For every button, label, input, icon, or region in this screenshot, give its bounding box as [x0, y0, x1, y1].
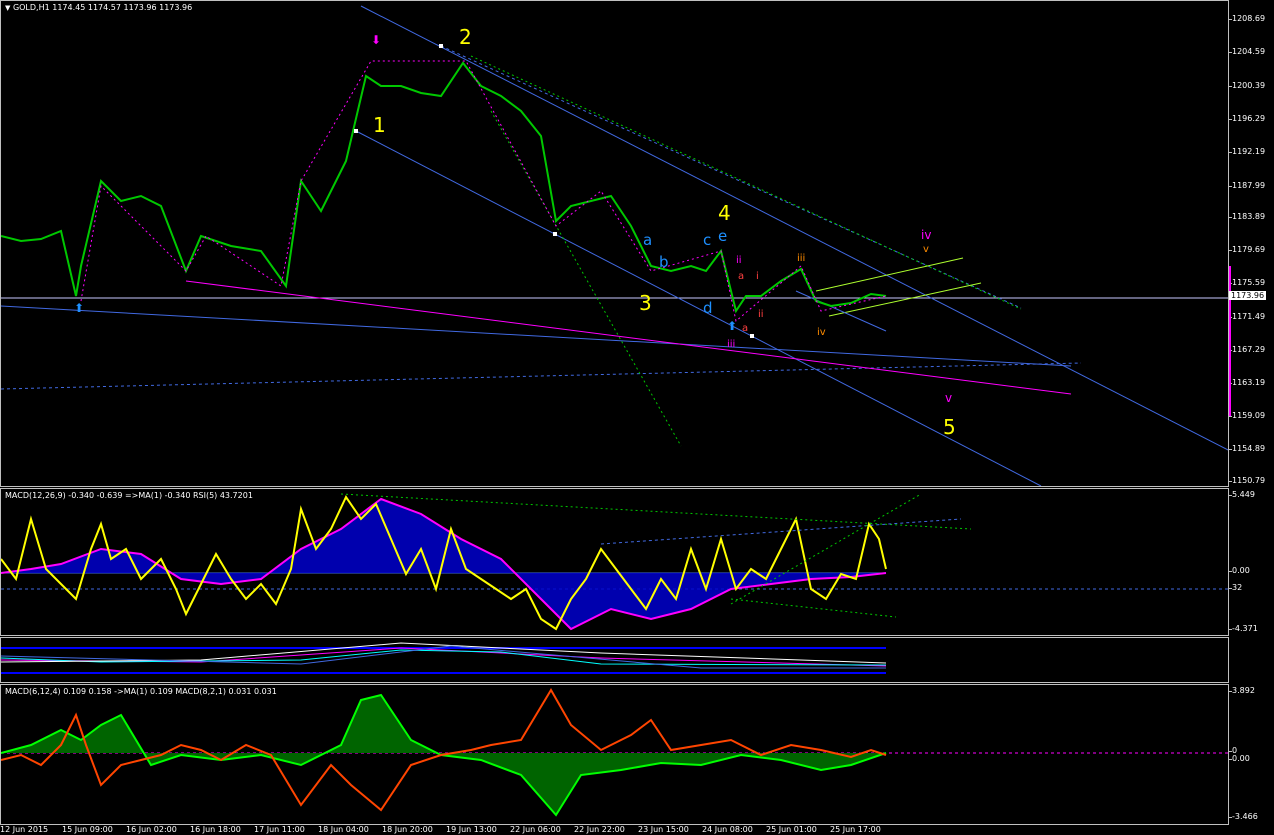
- macd-tick: 32: [1228, 583, 1243, 592]
- wave-label-2: 2: [459, 25, 472, 49]
- macd-svg: [1, 493, 1228, 631]
- lower-channel-line: [355, 130, 1042, 486]
- time-tick: 18 Jun 20:00: [382, 825, 433, 834]
- upper-channel-line: [360, 5, 1228, 451]
- up-arrow-icon: ⬆: [727, 319, 738, 333]
- small-blue-line: [795, 290, 887, 332]
- up-arrow-icon: ⬆: [74, 301, 85, 315]
- time-tick: 25 Jun 17:00: [830, 825, 881, 834]
- wave-label-3: 3: [639, 291, 652, 315]
- wave-label-c: c: [703, 231, 712, 249]
- price-chart-pane[interactable]: ▼ GOLD,H1 1174.45 1174.57 1173.96 1173.9…: [0, 0, 1229, 487]
- wedge-upper: [815, 257, 964, 292]
- anchor-point: [553, 232, 557, 236]
- wave-label-ii-low: ii: [758, 309, 764, 320]
- time-axis: 12 Jun 2015 15 Jun 09:00 16 Jun 02:00 16…: [0, 825, 1229, 835]
- price-tick: 1192.19: [1228, 147, 1266, 156]
- price-tick: 1154.89: [1228, 444, 1266, 453]
- time-tick: 16 Jun 02:00: [126, 825, 177, 834]
- time-tick: 18 Jun 04:00: [318, 825, 369, 834]
- price-chart-svg: [1, 5, 1228, 486]
- support-line: [1, 305, 1072, 367]
- time-tick: 19 Jun 13:00: [446, 825, 497, 834]
- wave-label-iii-mag: iii: [727, 339, 736, 350]
- wave-label-v-orange: v: [923, 244, 929, 255]
- anchor-point: [354, 129, 358, 133]
- oscillator-axis: 3.892 0 0.00 -3.466: [1228, 684, 1274, 825]
- time-tick: 22 Jun 22:00: [574, 825, 625, 834]
- time-tick: 17 Jun 11:00: [254, 825, 305, 834]
- current-price-tag: 1173.96: [1229, 291, 1267, 300]
- anchor-point: [750, 334, 754, 338]
- wave-label-5: 5: [943, 415, 956, 439]
- green-dotted-line-2: [490, 110, 682, 447]
- osc-tick: 3.892: [1229, 686, 1255, 695]
- anchor-point: [439, 44, 443, 48]
- wave-label-iv-mag: iv: [921, 228, 932, 242]
- price-tick: 1167.29: [1228, 345, 1266, 354]
- price-tick: 1163.19: [1228, 378, 1266, 387]
- macd-pane[interactable]: MACD(12,26,9) -0.340 -0.639 =>MA(1) -0.3…: [0, 488, 1229, 636]
- macd-tick: 5.449: [1229, 490, 1255, 499]
- wave-label-i: i: [756, 271, 759, 282]
- osc-tick: 0.00: [1229, 754, 1250, 763]
- price-tick: 1175.59: [1228, 278, 1266, 287]
- time-tick: 22 Jun 06:00: [510, 825, 561, 834]
- price-tick: 1171.49: [1228, 312, 1266, 321]
- price-tick: 1183.89: [1228, 212, 1266, 221]
- wave-label-a-red: a: [738, 271, 745, 282]
- oscillator-pane[interactable]: MACD(6,12,4) 0.109 0.158 ->MA(1) 0.109 M…: [0, 684, 1229, 825]
- price-tick: 1150.79: [1228, 476, 1266, 485]
- wave-label-iii-orange: iii: [797, 253, 806, 264]
- down-arrow-icon: ⬇: [371, 33, 382, 47]
- wave-label-a-red-2: a: [742, 323, 749, 334]
- macd-tick: -4.371: [1229, 624, 1258, 633]
- wave-label-ii: ii: [736, 255, 742, 266]
- wave-label-a: a: [643, 231, 653, 249]
- price-tick: 1159.09: [1228, 411, 1266, 420]
- wave-label-1: 1: [373, 113, 386, 137]
- chart-header: ▼ GOLD,H1 1174.45 1174.57 1173.96 1173.9…: [5, 3, 193, 12]
- price-axis: 1208.69 1204.59 1200.39 1196.29 1192.19 …: [1228, 0, 1274, 487]
- dashed-lower-line: [1, 362, 1082, 390]
- wave-label-iv-orange: iv: [817, 327, 826, 338]
- osc-tick: -3.466: [1229, 812, 1258, 821]
- ribbon-pane[interactable]: [0, 637, 1229, 683]
- price-tick: 1196.29: [1228, 114, 1266, 123]
- wave-label-b: b: [659, 253, 669, 271]
- time-tick: 25 Jun 01:00: [766, 825, 817, 834]
- wave-label-d: d: [703, 299, 713, 317]
- oscillator-header: MACD(6,12,4) 0.109 0.158 ->MA(1) 0.109 M…: [5, 687, 277, 696]
- price-tick: 1208.69: [1228, 14, 1266, 23]
- wave-label-4: 4: [718, 201, 731, 225]
- wave-label-v-mag: v: [945, 391, 953, 405]
- time-tick: 15 Jun 09:00: [62, 825, 113, 834]
- ribbon-svg: [1, 642, 887, 674]
- zigzag-line: [80, 60, 887, 322]
- oscillator-svg: [1, 688, 1228, 817]
- time-tick: 24 Jun 08:00: [702, 825, 753, 834]
- price-tick: 1187.99: [1228, 181, 1266, 190]
- time-tick: 16 Jun 18:00: [190, 825, 241, 834]
- dropdown-icon[interactable]: ▼: [5, 4, 10, 12]
- macd-header: MACD(12,26,9) -0.340 -0.639 =>MA(1) -0.3…: [5, 491, 253, 500]
- volume-marker: [1229, 266, 1231, 416]
- wedge-lower: [828, 282, 982, 317]
- price-tick: 1200.39: [1228, 81, 1266, 90]
- price-tick: 1204.59: [1228, 47, 1266, 56]
- macd-axis: 5.449 0.00 32 -4.371: [1228, 488, 1274, 636]
- price-tick: 1179.69: [1228, 245, 1266, 254]
- time-tick: 12 Jun 2015: [0, 825, 49, 834]
- macd-tick: 0.00: [1229, 566, 1250, 575]
- wave-label-e: e: [718, 227, 728, 245]
- time-tick: 23 Jun 15:00: [638, 825, 689, 834]
